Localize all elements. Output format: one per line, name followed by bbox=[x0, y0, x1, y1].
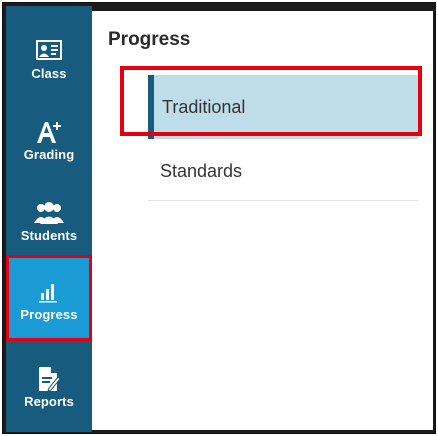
sidebar-item-reports[interactable]: Reports bbox=[6, 346, 92, 426]
progress-panel: Progress Traditional Standards bbox=[92, 11, 433, 430]
grading-icon bbox=[35, 119, 63, 145]
page-title: Progress bbox=[108, 29, 191, 50]
sidebar-item-label: Grading bbox=[23, 147, 75, 162]
reports-icon bbox=[37, 366, 61, 392]
sidebar-item-label: Class bbox=[31, 66, 67, 81]
sidebar-item-label: Progress bbox=[20, 307, 78, 322]
sidebar: Class Grading Students Progress Reports bbox=[6, 6, 92, 432]
option-label: Standards bbox=[160, 160, 243, 181]
option-traditional[interactable]: Traditional bbox=[148, 75, 418, 139]
students-icon bbox=[33, 200, 65, 226]
sidebar-item-label: Reports bbox=[24, 394, 74, 409]
sidebar-item-grading[interactable]: Grading bbox=[6, 99, 92, 179]
option-standards[interactable]: Standards bbox=[148, 139, 418, 203]
divider bbox=[148, 200, 418, 201]
sidebar-item-students[interactable]: Students bbox=[6, 180, 92, 260]
progress-icon bbox=[38, 279, 60, 305]
sidebar-item-class[interactable]: Class bbox=[6, 18, 92, 98]
sidebar-item-progress[interactable]: Progress bbox=[6, 255, 92, 341]
class-icon bbox=[36, 38, 62, 64]
option-label: Traditional bbox=[162, 96, 246, 117]
sidebar-item-label: Students bbox=[20, 228, 78, 243]
